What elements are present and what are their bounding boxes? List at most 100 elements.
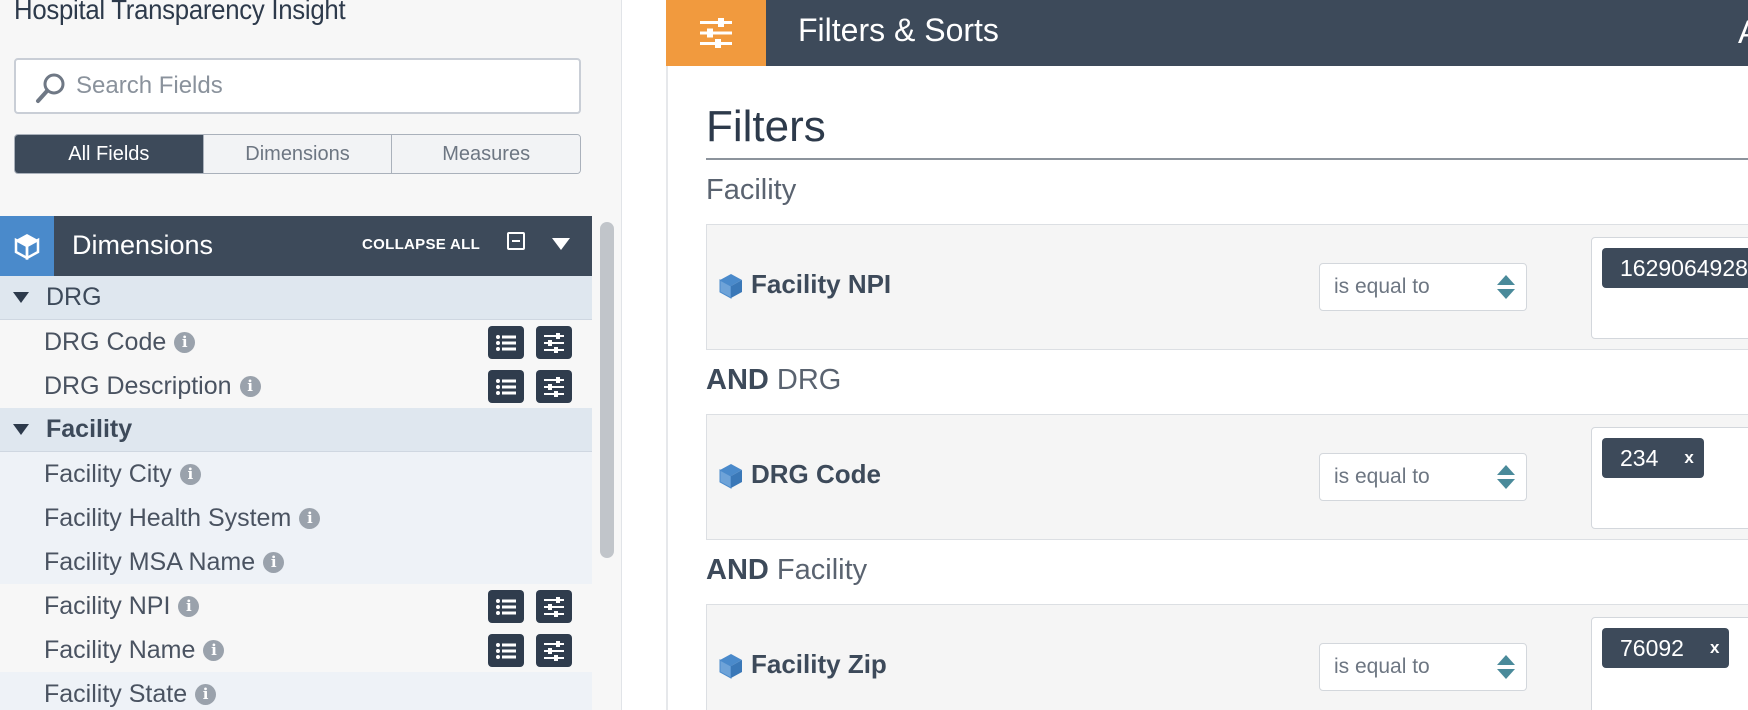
remove-chip-button[interactable]: x — [1710, 638, 1729, 658]
info-icon[interactable]: i — [239, 375, 261, 397]
value-input[interactable]: 1629064928 x — [1591, 237, 1748, 339]
tree-group-label: DRG — [46, 283, 102, 311]
filter-row: DRG Code is equal to 234 x — [706, 414, 1748, 540]
tab-measures[interactable]: Measures — [392, 135, 580, 173]
field-label: Facility Name — [44, 635, 196, 664]
info-icon[interactable]: i — [178, 595, 200, 617]
filter-sliders-button[interactable] — [536, 370, 572, 403]
filter-section-label: AND DRG — [706, 364, 841, 397]
field-label: Facility Health System — [44, 503, 292, 532]
value-chip: 234 x — [1602, 438, 1704, 478]
list-values-button[interactable] — [488, 370, 524, 403]
filter-section-label: AND Facility — [706, 554, 867, 587]
value-chip: 1629064928 x — [1602, 248, 1748, 288]
info-icon[interactable]: i — [263, 551, 285, 573]
info-icon[interactable]: i — [174, 331, 196, 353]
info-icon[interactable]: i — [299, 507, 321, 529]
filter-field-name: Facility NPI — [751, 269, 892, 299]
dimension-cube-icon — [0, 216, 54, 276]
sliders-icon[interactable] — [666, 0, 766, 66]
info-icon[interactable]: i — [195, 683, 217, 705]
chip-value: 76092 — [1620, 634, 1684, 661]
info-icon[interactable]: i — [203, 639, 225, 661]
header-edge-glyph: A — [1738, 14, 1748, 51]
chip-value: 1629064928 — [1620, 254, 1748, 281]
section-name: Facility — [776, 554, 868, 586]
field-row[interactable]: Facility MSA Name i — [0, 540, 592, 584]
section-name: DRG — [776, 364, 842, 396]
field-row[interactable]: Facility State i — [0, 672, 592, 710]
value-chip: 76092 x — [1602, 628, 1730, 668]
field-row[interactable]: Facility NPI i — [0, 584, 592, 628]
operator-select[interactable]: is equal to — [1319, 263, 1527, 311]
tree-group-drg[interactable]: DRG — [0, 276, 592, 320]
filters-header: Filters & Sorts A — [666, 0, 1748, 66]
collapse-all-button[interactable]: COLLAPSE ALL — [362, 236, 480, 253]
field-tree: DRG DRG Code i DRG Description i Facilit… — [0, 276, 592, 710]
filters-panel: Filters & Sorts A Filters Facility Facil… — [666, 0, 1748, 710]
search-input[interactable] — [76, 60, 556, 112]
operator-select[interactable]: is equal to — [1319, 453, 1527, 501]
chip-value: 234 — [1620, 444, 1659, 471]
tab-dimensions[interactable]: Dimensions — [203, 135, 393, 173]
field-row[interactable]: Facility Name i — [0, 628, 592, 672]
panel-title: Filters & Sorts — [798, 12, 999, 48]
conjunction-label: AND — [706, 554, 769, 586]
select-updown-icon — [1497, 275, 1515, 299]
chevron-down-icon[interactable] — [552, 238, 570, 250]
filter-row: Facility NPI is equal to 1629064928 x — [706, 224, 1748, 350]
select-updown-icon — [1497, 465, 1515, 489]
field-label: Facility City — [44, 459, 172, 488]
field-label: Facility State — [44, 679, 188, 708]
operator-select[interactable]: is equal to — [1319, 643, 1527, 691]
expand-triangle-icon — [13, 424, 29, 435]
field-label: Facility NPI — [44, 591, 171, 620]
field-type-tabs: All Fields Dimensions Measures — [14, 134, 581, 174]
expand-triangle-icon — [13, 292, 29, 303]
app-title: Hospital Transparency Insight — [14, 0, 346, 25]
filter-row: Facility Zip is equal to 76092 x — [706, 604, 1748, 710]
field-label: DRG Code — [44, 327, 167, 356]
remove-chip-button[interactable]: x — [1684, 448, 1703, 468]
field-row[interactable]: DRG Code i — [0, 320, 592, 364]
dimension-cube-icon — [719, 654, 742, 679]
search-icon — [36, 73, 65, 103]
dimension-cube-icon — [719, 274, 742, 299]
field-row[interactable]: Facility City i — [0, 452, 592, 496]
operator-value: is equal to — [1334, 655, 1430, 678]
tree-group-label: Facility — [46, 415, 133, 443]
filter-sliders-button[interactable] — [536, 634, 572, 667]
field-row[interactable]: DRG Description i — [0, 364, 592, 408]
dimension-cube-icon — [719, 464, 742, 489]
field-label: DRG Description — [44, 371, 232, 400]
heading-divider — [706, 158, 1748, 160]
search-box[interactable] — [14, 58, 581, 114]
value-input[interactable]: 76092 x — [1591, 617, 1748, 710]
dimensions-title: Dimensions — [72, 230, 214, 260]
select-updown-icon — [1497, 655, 1515, 679]
info-icon[interactable]: i — [179, 463, 201, 485]
filters-heading: Filters — [706, 102, 826, 151]
operator-value: is equal to — [1334, 465, 1430, 488]
filter-field-name: DRG Code — [751, 459, 881, 489]
value-input[interactable]: 234 x — [1591, 427, 1748, 529]
filter-section-label: Facility — [706, 174, 796, 207]
list-values-button[interactable] — [488, 590, 524, 623]
dimensions-header: Dimensions COLLAPSE ALL — [0, 216, 592, 276]
collapse-square-icon[interactable] — [507, 232, 525, 250]
field-row[interactable]: Facility Health System i — [0, 496, 592, 540]
field-label: Facility MSA Name — [44, 547, 256, 576]
tab-all-fields[interactable]: All Fields — [15, 135, 204, 173]
tree-group-facility[interactable]: Facility — [0, 408, 592, 452]
conjunction-label: AND — [706, 364, 769, 396]
field-picker-panel: Hospital Transparency Insight All Fields… — [0, 0, 622, 710]
filter-sliders-button[interactable] — [536, 590, 572, 623]
filter-field-name: Facility Zip — [751, 649, 887, 679]
filters-body: Filters Facility Facility NPI is equal t… — [666, 66, 1748, 710]
operator-value: is equal to — [1334, 275, 1430, 298]
list-values-button[interactable] — [488, 634, 524, 667]
list-values-button[interactable] — [488, 326, 524, 359]
filter-sliders-button[interactable] — [536, 326, 572, 359]
section-name: Facility — [706, 174, 797, 206]
tree-scrollbar[interactable] — [600, 222, 614, 558]
